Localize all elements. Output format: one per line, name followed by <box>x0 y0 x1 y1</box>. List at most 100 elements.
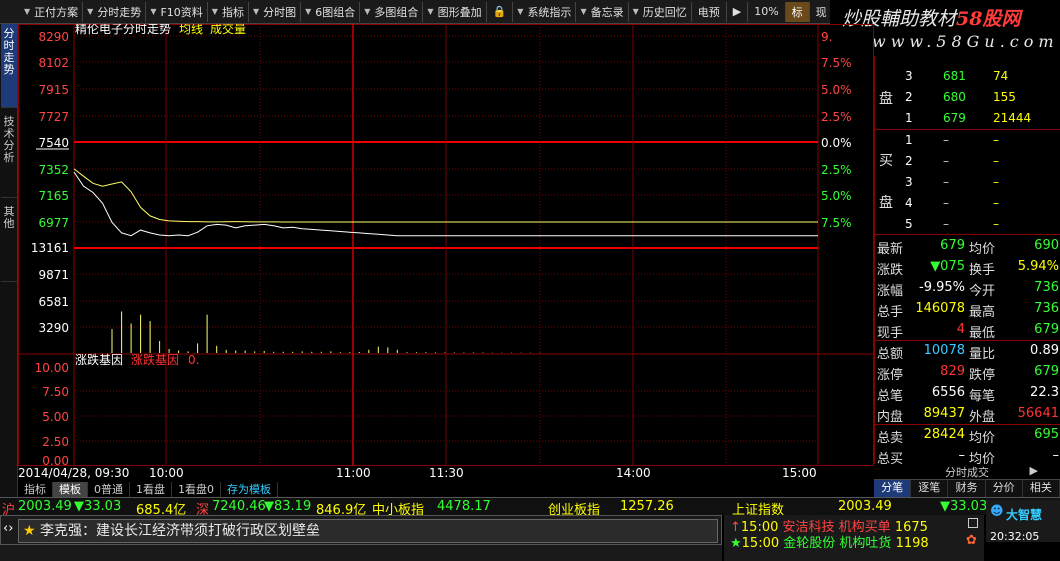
logo-glyph-icon: ☻ <box>990 504 1004 519</box>
news-prev-next-icon[interactable]: ‹› <box>3 521 13 536</box>
order-price: – <box>943 154 949 168</box>
toolbar-label: 🔒 <box>492 5 507 18</box>
intraday-chart[interactable]: 8290 9. 8102 7.5% 7915 5.0% 7727 2.5% 7540 0.0% 73… <box>18 24 874 481</box>
quote-value: 0.89 <box>1030 343 1059 358</box>
bottom-tab[interactable]: 1看盘 <box>130 481 172 497</box>
alert-value: 1198 <box>895 536 929 551</box>
toolbar-f10-button[interactable]: ▼ F10资料 <box>146 1 208 22</box>
chevron-down-icon: ▼ <box>87 7 94 16</box>
trades-arrow-icon[interactable]: ▶ <box>1030 464 1038 477</box>
toolbar-scheme-button[interactable]: ▼ 正付方案 <box>20 1 84 22</box>
vtab-intraday[interactable]: 分时走势 <box>1 24 17 108</box>
pct-axis-label: 7.5% <box>821 216 852 230</box>
right-tab[interactable]: 相关 <box>1023 480 1060 497</box>
window-box-icon[interactable] <box>968 518 978 528</box>
quote-value: – <box>958 448 966 463</box>
bottom-tab[interactable]: 模板 <box>53 481 88 497</box>
price-axis-label: 7165 <box>38 189 69 203</box>
price-axis-label: 6977 <box>38 216 69 230</box>
toolbar-zoom-button[interactable]: 10% <box>748 1 786 22</box>
quote-label: 最低 <box>969 326 996 341</box>
order-volume: – <box>993 133 999 147</box>
volume-bar <box>368 349 370 353</box>
toolbar-view-button[interactable]: 现 <box>810 2 830 22</box>
toolbar-history-button[interactable]: ▼ 历史回忆 <box>629 1 692 22</box>
toolbar-indicator-button[interactable]: ▼ 指标 <box>208 1 249 22</box>
order-row[interactable]: 5 – – <box>875 214 1060 234</box>
volume-bar <box>444 352 446 353</box>
right-tab[interactable]: 逐笔 <box>911 480 949 497</box>
order-level: 1 <box>905 111 913 125</box>
order-row[interactable]: 2 680 155 <box>875 87 1060 107</box>
logo-text: 大智慧 <box>1006 508 1043 522</box>
trades-header[interactable]: 分时成交 ▶ <box>874 464 1060 479</box>
volume-bar <box>301 351 303 353</box>
order-row[interactable]: 2 – – <box>875 151 1060 171</box>
toolbar-label: 分时走势 <box>97 5 142 19</box>
order-volume: – <box>993 154 999 168</box>
toolbar-tele-button[interactable]: 电预 <box>692 1 727 22</box>
alert-item[interactable]: ★15:00 金轮股份 机构吐货 1198 <box>730 532 929 551</box>
order-row[interactable]: 3 681 74 <box>875 66 1060 86</box>
bottom-tab[interactable]: 指标 <box>18 481 53 497</box>
toolbar-memo-button[interactable]: ▼ 备忘录 <box>576 1 629 22</box>
order-price: – <box>943 175 949 189</box>
toolbar-label: 10% <box>754 5 779 18</box>
vtab-technical[interactable]: 技术分析 <box>1 112 17 198</box>
price-axis-label: 7540 <box>38 136 69 150</box>
chevron-down-icon: ▼ <box>211 7 218 16</box>
pct-axis-label: 7.5% <box>821 56 852 70</box>
order-row[interactable]: 1 – – <box>875 130 1060 150</box>
toolbar-overlay-button[interactable]: ▼ 图形叠加 <box>423 1 487 22</box>
right-tab[interactable]: 财务 <box>948 480 986 497</box>
order-row[interactable]: 1 679 21444 <box>875 108 1060 128</box>
pct-axis-label: 2.5% <box>821 163 852 177</box>
price-axis-label: 7915 <box>38 83 69 97</box>
toolbar-lock-button[interactable]: 🔒 <box>487 1 514 22</box>
right-tab[interactable]: 分笔 <box>874 480 912 497</box>
volume-bar <box>149 321 151 353</box>
order-row[interactable]: 4 – – <box>875 193 1060 213</box>
toolbar-play-button[interactable]: ▶ <box>727 1 749 22</box>
quote-label: 均价 <box>969 242 996 257</box>
left-vertical-tabs: 分时走势 技术分析 其他 <box>0 24 18 499</box>
quote-row: 总买 – 均价 – <box>875 445 1060 467</box>
sub-axis-label: 2.50 <box>42 435 69 449</box>
quote-row: 涨停 829 跌停 679 <box>875 361 1060 383</box>
volume-bar <box>339 352 341 353</box>
volume-bar <box>235 350 237 353</box>
volume-bar <box>111 329 113 353</box>
quote-value: 56641 <box>1017 406 1059 421</box>
news-bar[interactable]: ★ 李克强：建设长江经济带须打破行政区划壁垒 <box>18 519 718 543</box>
quote-label: 换手 <box>969 263 996 278</box>
quote-label: 最新 <box>877 242 904 257</box>
bottom-tab[interactable]: 存为模板 <box>221 481 278 497</box>
toolbar-six-combo-button[interactable]: ▼ 6图组合 <box>301 1 361 22</box>
alert-time: 15:00 <box>741 536 780 551</box>
order-price: – <box>943 196 949 210</box>
sell-side-label: 盘 <box>879 91 893 107</box>
right-tab[interactable]: 分价 <box>986 480 1023 497</box>
toolbar-sys-signal-button[interactable]: ▼ 系统指示 <box>513 1 577 22</box>
bottom-tab[interactable]: 0普通 <box>88 481 130 497</box>
time-axis-label: 11:30 <box>429 466 464 480</box>
toolbar-mark-button[interactable]: 标 <box>785 1 810 22</box>
quote-value: 89437 <box>923 406 965 421</box>
buy-side-label: 盘 <box>879 195 893 211</box>
volume-bar <box>453 352 455 353</box>
toolbar-intraday-button[interactable]: ▼ 分时走势 <box>83 1 147 22</box>
ticker-idx-value: 2003.49 <box>838 499 892 514</box>
toolbar-intraday-chart-button[interactable]: ▼ 分时图 <box>249 1 302 22</box>
bottom-tab[interactable]: 1看盘0 <box>172 481 221 497</box>
ticker-gem-value: 1257.26 <box>620 499 674 514</box>
chevron-down-icon: ▼ <box>517 7 524 16</box>
toolbar-label: 历史回忆 <box>642 5 687 19</box>
gear-icon[interactable]: ✿ <box>966 533 977 548</box>
order-row[interactable]: 3 – – <box>875 172 1060 192</box>
pct-axis-label: 0.0% <box>821 136 852 150</box>
toolbar-multi-combo-button[interactable]: ▼ 多图组合 <box>360 1 424 22</box>
quote-row: 总笔 6556 每笔 22.3 <box>875 382 1060 404</box>
vtab-other[interactable]: 其他 <box>1 202 17 282</box>
chevron-down-icon: ▼ <box>364 7 371 16</box>
volume-bar <box>216 345 218 353</box>
